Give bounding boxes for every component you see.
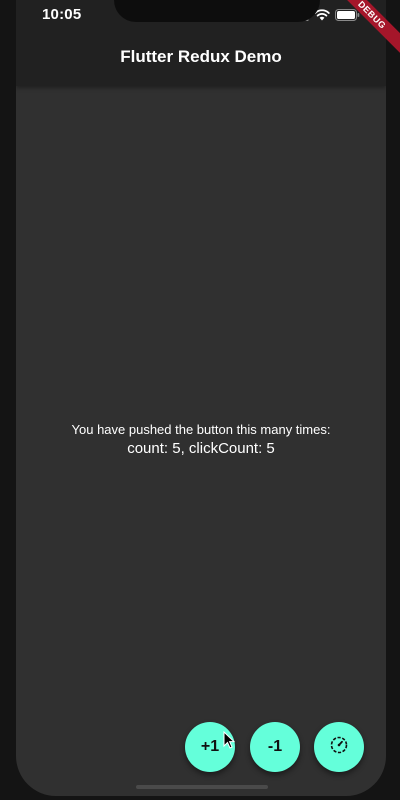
battery-icon (335, 8, 360, 26)
device-notch (114, 0, 320, 22)
device-frame: Flutter Redux Demo 10:05 You have pushed… (0, 0, 400, 800)
home-indicator[interactable] (136, 785, 268, 789)
push-count-message: You have pushed the button this many tim… (71, 422, 331, 437)
mouse-cursor-icon (223, 730, 236, 754)
counter-text: count: 5, clickCount: 5 (127, 440, 275, 457)
decrement-button[interactable]: -1 (250, 722, 300, 772)
timer-icon (329, 735, 349, 760)
decrement-label: -1 (267, 738, 283, 755)
app-bar-title: Flutter Redux Demo (120, 47, 282, 66)
timer-button[interactable] (314, 722, 364, 772)
app-screen: Flutter Redux Demo 10:05 You have pushed… (16, 0, 386, 796)
increment-label: +1 (200, 738, 220, 755)
status-time: 10:05 (42, 6, 82, 23)
counter-section: You have pushed the button this many tim… (16, 422, 386, 458)
